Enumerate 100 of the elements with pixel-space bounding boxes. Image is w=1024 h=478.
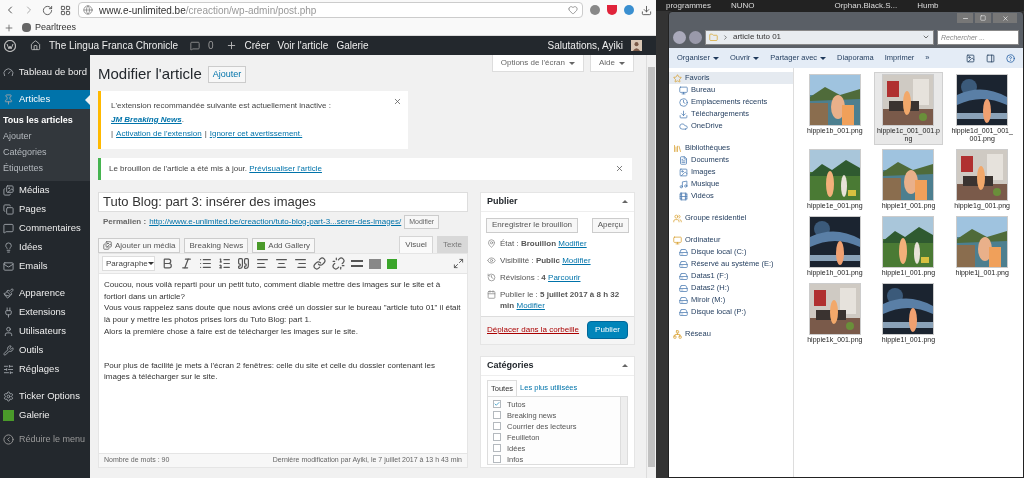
publish-button[interactable]: Publier (587, 321, 628, 339)
permalink-link[interactable]: http://www.e-unlimited.be/creaction/tuto-blog-part-3...serer-des-images/ (149, 215, 402, 228)
collapse-menu-button[interactable]: Réduire le menu (0, 433, 90, 447)
plugin-link[interactable]: JM Breaking News (111, 114, 182, 124)
numbered-list-icon[interactable] (218, 257, 231, 270)
extension-icon[interactable] (590, 5, 600, 15)
help-icon[interactable] (1006, 53, 1015, 63)
read-more-icon[interactable] (351, 260, 363, 267)
sidebar-item[interactable]: Articles (0, 90, 90, 109)
submenu-item[interactable]: Tous les articles (0, 113, 90, 129)
category-checkbox[interactable] (493, 422, 501, 431)
desktop-icon-label[interactable]: NUNO (730, 0, 755, 11)
notice-action-link[interactable]: Ignorer cet avertissement. (209, 126, 303, 141)
paragraph: Pour plus de facilité je mets à l'écran 2 fenêtres: celle du site et celle du dossier contenant les images à télécharger sur le site. (104, 359, 437, 383)
dismiss-icon[interactable] (393, 96, 402, 106)
forward-button[interactable] (689, 30, 702, 44)
sidebar-item[interactable]: Emails (0, 257, 90, 276)
box-title: Publier (487, 194, 518, 208)
screen-options-tab[interactable]: Aide (590, 55, 634, 72)
drive-icon (679, 307, 688, 317)
plus-icon[interactable] (4, 22, 14, 33)
quote-icon[interactable] (237, 257, 250, 270)
desktop-icon-label[interactable]: Humb (917, 0, 939, 11)
desktop-icon-label[interactable]: Orphan.Black.S... (834, 0, 898, 11)
drive-icon (679, 259, 688, 269)
add-new-button[interactable]: Ajouter (207, 65, 247, 83)
view-icon[interactable] (966, 53, 975, 63)
dismiss-icon[interactable] (615, 164, 624, 173)
caret-icon (712, 56, 719, 60)
submenu-item[interactable]: Ajouter (0, 129, 90, 145)
modify-link[interactable]: Modifier (558, 238, 587, 248)
category-checkbox[interactable] (493, 411, 501, 420)
minimize-button[interactable] (957, 13, 973, 23)
globe-extension-icon[interactable] (624, 5, 634, 15)
preview-button[interactable]: Aperçu (591, 217, 629, 233)
submenu-item[interactable]: Catégories (0, 145, 90, 161)
media-button[interactable]: Ajouter un média (98, 238, 181, 253)
media-icon (3, 185, 14, 196)
media-button[interactable]: Breaking News (184, 238, 249, 253)
link-icon[interactable] (313, 257, 326, 270)
sidebar-item[interactable]: Extensions (0, 303, 90, 322)
reload-icon[interactable] (42, 4, 53, 16)
screen-options-tab[interactable]: Options de l'écran (491, 55, 584, 72)
sidebar-item[interactable]: Idées (0, 238, 90, 257)
save-draft-button[interactable]: Enregistrer le brouillon (486, 217, 579, 233)
sidebar-item[interactable]: Utilisateurs (0, 322, 90, 341)
sidebar-item[interactable]: Apparence (0, 284, 90, 303)
modify-link[interactable]: Parcourir (548, 272, 581, 282)
sidebar-item[interactable]: Outils (0, 341, 90, 360)
align-left-icon[interactable] (256, 257, 269, 270)
category-checkbox[interactable] (493, 455, 501, 464)
format-select[interactable]: Paragraphe (102, 256, 155, 271)
editor-body[interactable] (98, 274, 468, 453)
back-button[interactable] (673, 30, 686, 44)
sidebar-item[interactable]: Ticker Options (0, 387, 90, 406)
cloud-icon (679, 121, 688, 131)
grid-icon[interactable] (60, 4, 71, 16)
italic-icon[interactable] (180, 257, 193, 270)
submenu-item[interactable]: Étiquettes (0, 161, 90, 177)
unlink-icon[interactable] (332, 257, 345, 270)
category-checkbox[interactable] (493, 444, 501, 453)
greeting-link[interactable]: Salutations, Ayiki (547, 38, 623, 53)
site-link[interactable]: The Lingua Franca Chronicle (49, 38, 178, 53)
admin-bar-link[interactable]: Galerie (336, 38, 369, 53)
gallery-icon[interactable] (387, 258, 397, 269)
category-checkbox[interactable] (493, 400, 501, 409)
preview-pane-icon[interactable] (986, 53, 995, 63)
bullet-list-icon[interactable] (199, 257, 212, 270)
media-button[interactable]: Add Gallery (252, 238, 316, 253)
editor-tab[interactable]: Visuel (399, 236, 433, 253)
align-center-icon[interactable] (275, 257, 288, 270)
title-field[interactable]: Tuto Blog: part 3: insérer des images (98, 191, 468, 212)
address-field[interactable]: www.e-unlimited.be/creaction/wp-admin/post.php (78, 2, 583, 18)
wordpress-logo[interactable] (4, 39, 16, 52)
sidebar-item[interactable]: Médias (0, 181, 90, 200)
fullscreen-icon[interactable] (453, 258, 464, 269)
monitor-icon (679, 85, 688, 95)
create-link[interactable]: Créer (244, 38, 270, 53)
sidebar-item[interactable]: Pages (0, 200, 90, 219)
sidebar-item[interactable]: Commentaires (0, 219, 90, 238)
sidebar-item[interactable]: Tableau de bord (0, 63, 90, 82)
desktop-icon-label[interactable]: programmes (666, 0, 711, 11)
align-right-icon[interactable] (294, 257, 307, 270)
download-icon[interactable] (641, 4, 652, 16)
drive-icon (679, 271, 688, 281)
bold-icon[interactable] (161, 257, 174, 270)
bookmark-link[interactable]: Pearltrees (22, 20, 77, 35)
notice-action-link[interactable]: Activation de l'extension (116, 126, 202, 141)
heart-icon[interactable] (568, 5, 578, 15)
paragraph: Alors la première chose à faire est de télécharger les images sur le site. (104, 325, 359, 338)
trash-link[interactable]: Déplacer dans la corbeille (487, 324, 580, 336)
category-checkbox[interactable] (493, 433, 501, 442)
preview-link[interactable]: Prévisualiser l'article (249, 163, 322, 173)
sidebar-item[interactable]: Réglages (0, 360, 90, 379)
modify-link[interactable]: Modifier (516, 300, 545, 310)
shield-icon[interactable] (607, 5, 617, 15)
admin-bar-link[interactable]: Voir l'article (277, 38, 329, 53)
address-bar[interactable]: article tuto 01 (705, 29, 934, 45)
sidebar-item[interactable]: Galerie (0, 406, 90, 425)
modify-link[interactable]: Modifier (562, 255, 591, 265)
